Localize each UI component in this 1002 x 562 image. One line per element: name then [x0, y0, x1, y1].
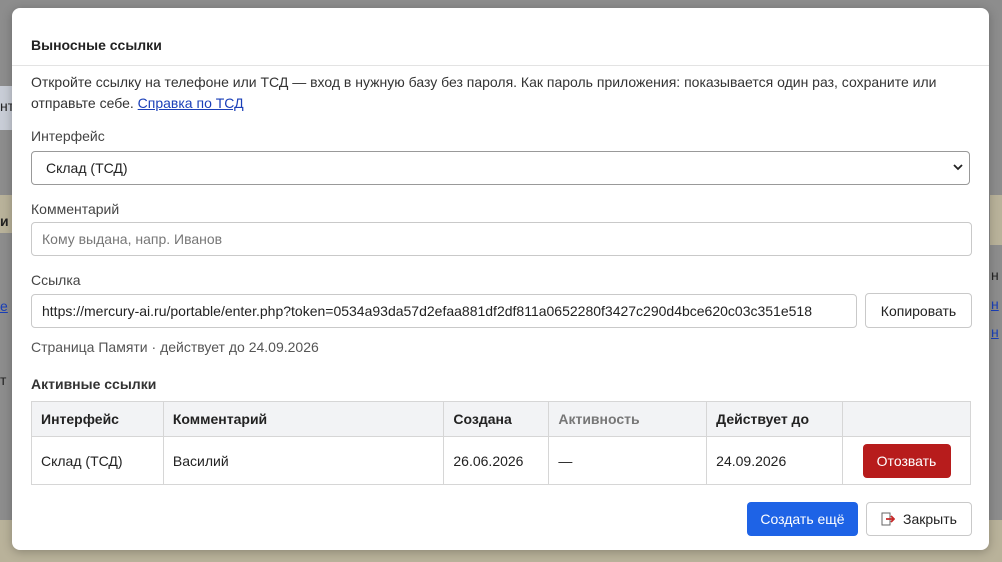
background-fragment: н	[991, 267, 999, 283]
comment-placeholder: Кому выдана, напр. Иванов	[42, 231, 223, 247]
active-links-title: Активные ссылки	[31, 376, 157, 392]
modal-title: Выносные ссылки	[31, 37, 162, 53]
modal-description: Откройте ссылку на телефоне или ТСД — вх…	[31, 72, 981, 114]
comment-label: Комментарий	[31, 201, 120, 217]
interface-select[interactable]: Склад (ТСД)	[31, 151, 970, 185]
background-fragment: т	[0, 372, 7, 388]
background-fragment: е	[0, 298, 8, 314]
close-button[interactable]: Закрыть	[866, 502, 972, 536]
interface-label: Интерфейс	[31, 128, 105, 144]
help-link[interactable]: Справка по ТСД	[138, 95, 244, 111]
column-header[interactable]: Комментарий	[162, 401, 445, 437]
column-header[interactable]: Действует до	[706, 401, 844, 437]
table-row: Склад (ТСД) Василий 26.06.2026 — 24.09.2…	[31, 436, 971, 485]
background-fragment: н	[991, 324, 999, 340]
copy-button[interactable]: Копировать	[865, 293, 972, 328]
background-strip-right	[990, 195, 1002, 245]
close-button-label: Закрыть	[903, 511, 957, 527]
link-label: Ссылка	[31, 272, 81, 288]
table-header-row: Интерфейс Комментарий Создана Активность…	[31, 401, 971, 437]
column-header: Активность	[548, 401, 708, 437]
cell-created: 26.06.2026	[443, 436, 550, 485]
column-header	[842, 401, 971, 437]
column-header[interactable]: Создана	[443, 401, 550, 437]
create-more-button[interactable]: Создать ещё	[747, 502, 858, 536]
cell-activity: —	[548, 436, 708, 485]
column-header[interactable]: Интерфейс	[31, 401, 164, 437]
revoke-button[interactable]: Отозвать	[862, 443, 951, 478]
background-fragment: н	[991, 296, 999, 312]
chevron-down-icon	[953, 164, 963, 171]
exit-door-icon	[881, 512, 896, 526]
links-modal: Выносные ссылки Откройте ссылку на телеф…	[12, 8, 989, 550]
active-links-table: Интерфейс Комментарий Создана Активность…	[31, 401, 971, 485]
interface-select-value: Склад (ТСД)	[46, 160, 128, 176]
cell-valid-until: 24.09.2026	[706, 436, 844, 485]
validity-info: Страница Памяти · действует до 24.09.202…	[31, 339, 319, 355]
background-fragment: и	[0, 213, 9, 229]
link-field[interactable]: https://mercury-ai.ru/portable/enter.php…	[31, 294, 857, 328]
title-divider	[12, 65, 989, 66]
cell-interface: Склад (ТСД)	[31, 436, 164, 485]
cell-action: Отозвать	[842, 436, 971, 485]
cell-comment: Василий	[162, 436, 445, 485]
comment-input[interactable]: Кому выдана, напр. Иванов	[31, 222, 972, 256]
